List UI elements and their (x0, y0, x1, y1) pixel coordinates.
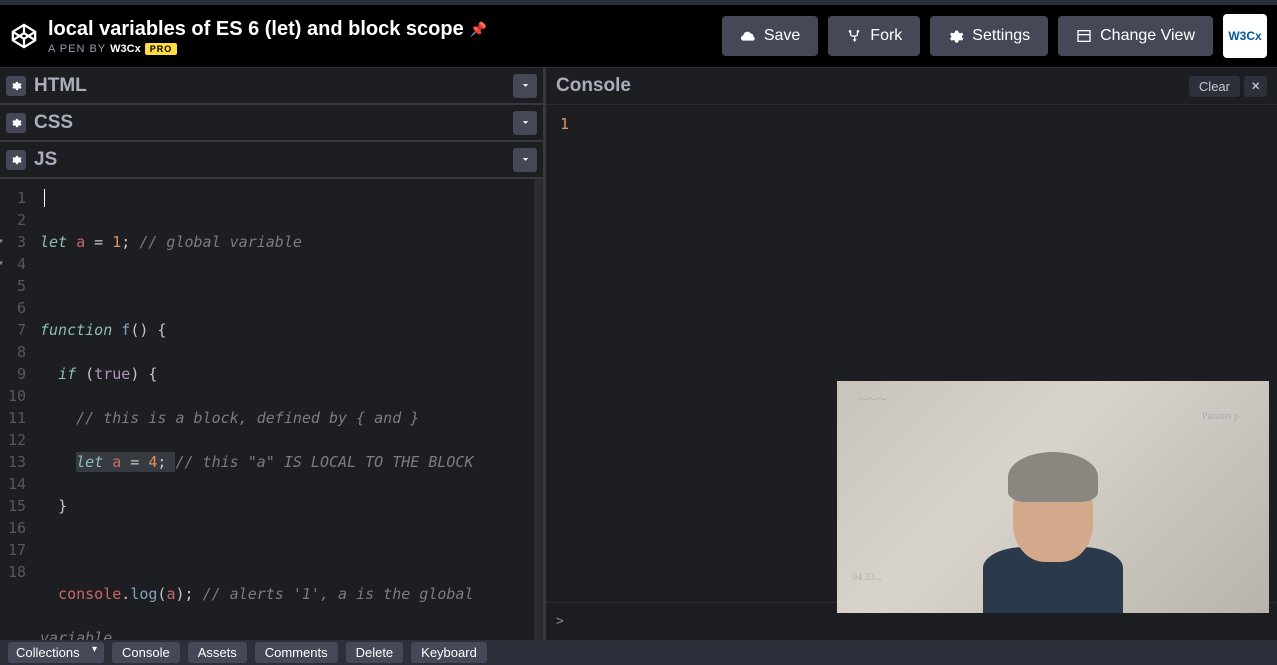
line-num: 9 (0, 363, 26, 385)
console-close-button[interactable] (1244, 76, 1267, 97)
line-num: ▾4 (0, 253, 26, 275)
line-num: 15 (0, 495, 26, 517)
css-dropdown-button[interactable] (513, 111, 537, 135)
footer-assets-button[interactable]: Assets (188, 642, 247, 663)
line-num: 10 (0, 385, 26, 407)
pen-title: local variables of ES 6 (let) and block … (48, 18, 712, 41)
pen-title-text: local variables of ES 6 (let) and block … (48, 18, 464, 41)
css-panel-header[interactable]: CSS (0, 105, 543, 142)
console-clear-button[interactable]: Clear (1189, 76, 1240, 97)
collections-select[interactable]: Collections (8, 642, 104, 663)
fork-icon (846, 28, 862, 44)
avatar-text: W3Cx (1228, 29, 1261, 43)
gear-icon (948, 28, 964, 44)
line-num: 12 (0, 429, 26, 451)
footer-keyboard-button[interactable]: Keyboard (411, 642, 487, 663)
console-pane: Console Clear 1 > ～～～ Params p 04 33... (546, 68, 1277, 640)
text-cursor (44, 189, 45, 207)
save-label: Save (764, 27, 800, 45)
whiteboard-text: Params p (1202, 411, 1239, 422)
line-gutter: 1 2 ▾3 ▾4 5 6 7 8 9 10 11 12 13 14 15 16… (0, 179, 32, 640)
settings-button[interactable]: Settings (930, 16, 1048, 56)
close-icon (1250, 80, 1261, 91)
line-num: 11 (0, 407, 26, 429)
scrollbar[interactable] (534, 179, 543, 640)
change-view-button[interactable]: Change View (1058, 16, 1213, 56)
html-dropdown-button[interactable] (513, 74, 537, 98)
html-panel-title: HTML (34, 75, 505, 97)
css-gear-button[interactable] (6, 113, 26, 133)
fork-label: Fork (870, 27, 902, 45)
chevron-down-icon (520, 154, 531, 165)
line-num: 13 (0, 451, 26, 473)
line-num: 14 (0, 473, 26, 495)
line-num: 1 (0, 187, 26, 209)
js-code-editor[interactable]: 1 2 ▾3 ▾4 5 6 7 8 9 10 11 12 13 14 15 16… (0, 179, 543, 640)
change-view-label: Change View (1100, 27, 1195, 45)
line-num: 7 (0, 319, 26, 341)
editor-pane: HTML CSS JS 1 2 (0, 68, 546, 640)
cloud-icon (740, 28, 756, 44)
js-gear-button[interactable] (6, 150, 26, 170)
code-body[interactable]: let a = 1; // global variable function f… (32, 179, 543, 640)
js-panel-title: JS (34, 149, 505, 171)
pen-byline: A PEN BY W3Cx PRO (48, 43, 712, 55)
css-panel-title: CSS (34, 112, 505, 134)
gear-icon (11, 117, 22, 128)
line-num: ▾3 (0, 231, 26, 253)
byline-prefix: A PEN BY (48, 43, 106, 55)
collections-select-wrap: Collections (8, 642, 104, 663)
fold-arrow-icon[interactable]: ▾ (0, 231, 4, 253)
fork-button[interactable]: Fork (828, 16, 920, 56)
settings-label: Settings (972, 27, 1030, 45)
pro-badge: PRO (145, 43, 178, 55)
save-button[interactable]: Save (722, 16, 818, 56)
chevron-down-icon (520, 117, 531, 128)
author-link[interactable]: W3Cx (110, 43, 141, 55)
line-num: 16 (0, 517, 26, 539)
pin-icon[interactable]: 📌 (470, 21, 487, 38)
gear-icon (11, 154, 22, 165)
footer-delete-button[interactable]: Delete (346, 642, 404, 663)
whiteboard-text: ～～～ (857, 391, 887, 406)
footer-console-button[interactable]: Console (112, 642, 180, 663)
whiteboard-text: 04 33... (852, 572, 882, 583)
line-num: 18 (0, 561, 26, 583)
console-output-line: 1 (560, 115, 569, 133)
layout-icon (1076, 28, 1092, 44)
webcam-person (983, 447, 1123, 607)
footer-bar: Collections Console Assets Comments Dele… (0, 640, 1277, 665)
avatar[interactable]: W3Cx (1223, 14, 1267, 58)
html-panel-header[interactable]: HTML (0, 68, 543, 105)
webcam-overlay: ～～～ Params p 04 33... (837, 381, 1269, 613)
footer-comments-button[interactable]: Comments (255, 642, 338, 663)
console-header: Console Clear (546, 68, 1277, 105)
title-block: local variables of ES 6 (let) and block … (48, 18, 712, 55)
app-header: local variables of ES 6 (let) and block … (0, 5, 1277, 68)
js-dropdown-button[interactable] (513, 148, 537, 172)
line-num: 6 (0, 297, 26, 319)
js-panel-header[interactable]: JS (0, 142, 543, 179)
console-title: Console (556, 75, 1189, 97)
line-num: 5 (0, 275, 26, 297)
fold-arrow-icon[interactable]: ▾ (0, 253, 4, 275)
main-area: HTML CSS JS 1 2 (0, 68, 1277, 640)
chevron-down-icon (520, 80, 531, 91)
codepen-logo[interactable] (10, 22, 38, 50)
gear-icon (11, 80, 22, 91)
html-gear-button[interactable] (6, 76, 26, 96)
prompt-arrow-icon: > (556, 614, 564, 629)
line-num: 17 (0, 539, 26, 561)
line-num: 8 (0, 341, 26, 363)
header-buttons: Save Fork Settings Change View W3Cx (722, 14, 1267, 58)
line-num: 2 (0, 209, 26, 231)
